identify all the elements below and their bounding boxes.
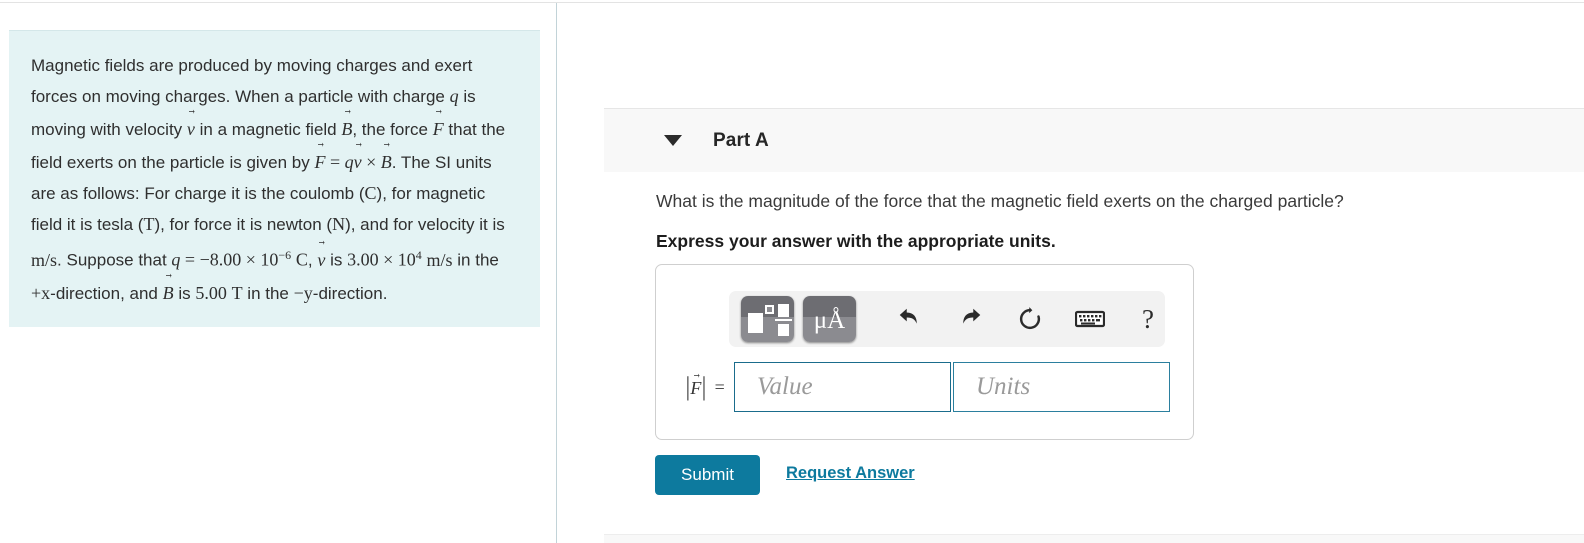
math-toolbar: μÅ ? <box>729 291 1165 347</box>
help-button[interactable]: ? <box>1131 302 1165 336</box>
given-B-unit: T <box>231 282 243 303</box>
intro-line-1: Magnetic fields are produced by moving c… <box>31 56 430 75</box>
given-B-symbol: B <box>163 276 174 308</box>
reset-icon <box>1019 307 1041 330</box>
given-q-exponent: −6 <box>278 248 292 262</box>
keyboard-icon <box>1075 310 1105 328</box>
redo-icon <box>963 308 981 324</box>
math-template-button[interactable] <box>741 296 794 342</box>
given-v-unit: m/s <box>426 249 453 270</box>
given-B-direction: −y <box>293 282 313 303</box>
lorentz-q: q <box>344 152 354 172</box>
template-box-small-icon <box>765 305 774 314</box>
problem-intro-text: Magnetic fields are produced by moving c… <box>31 51 518 309</box>
lorentz-cross: × <box>366 152 377 172</box>
part-title: Part A <box>713 129 769 151</box>
part-a-header[interactable]: Part A <box>604 108 1584 172</box>
var-magnetic-field: B <box>341 112 352 144</box>
submit-button[interactable]: Submit <box>655 455 760 495</box>
given-v-exponent: 4 <box>415 248 422 262</box>
given-q-unit: C <box>295 249 308 270</box>
question-instruction: Express your answer with the appropriate… <box>656 231 1056 251</box>
answer-variable-label: |F|= <box>676 374 734 400</box>
template-box-large-icon <box>748 313 763 333</box>
mastering-physics-problem-page: Magnetic fields are produced by moving c… <box>0 0 1584 543</box>
unit-meters-per-second: m/s <box>31 249 58 270</box>
given-v-direction: +x <box>31 282 51 303</box>
template-fraction-bar-icon <box>775 319 792 321</box>
undo-button[interactable] <box>893 302 927 336</box>
given-v-value: 3.00 × 10 <box>347 249 416 270</box>
micro-angstrom-icon: μÅ <box>813 307 846 334</box>
given-B-value: 5.00 <box>195 282 227 303</box>
template-fraction-denominator-icon <box>778 324 789 336</box>
equals-sign: = <box>714 376 725 397</box>
value-input[interactable] <box>734 362 951 412</box>
lorentz-lhs: F <box>314 145 325 177</box>
reset-button[interactable] <box>1013 302 1047 336</box>
answer-entry-box: μÅ ? | F → | = Value Units <box>655 264 1194 440</box>
lorentz-v: v <box>354 145 362 177</box>
request-answer-link[interactable]: Request Answer <box>786 464 915 483</box>
next-part-header-partial <box>604 534 1584 543</box>
units-button[interactable]: μÅ <box>803 296 856 342</box>
lorentz-B: B <box>381 145 392 177</box>
var-charge: q <box>449 86 459 106</box>
var-velocity: v <box>187 112 195 144</box>
answer-input-row: |F|= <box>676 362 1170 412</box>
redo-button[interactable] <box>953 302 987 336</box>
unit-tesla: T <box>143 214 155 234</box>
problem-intro-box: Magnetic fields are produced by moving c… <box>9 30 540 327</box>
unit-coulomb: C <box>364 183 377 203</box>
given-q-value: −8.00 × 10 <box>199 249 279 270</box>
answer-force-symbol: F <box>690 376 701 399</box>
keyboard-button[interactable] <box>1073 302 1107 336</box>
unit-newton: N <box>332 214 346 234</box>
question-prompt: What is the magnitude of the force that … <box>656 191 1344 211</box>
template-fraction-numerator-icon <box>778 304 789 317</box>
undo-icon <box>899 308 917 324</box>
caret-down-icon[interactable] <box>664 135 682 146</box>
abs-bar-right: | <box>701 372 707 401</box>
units-input[interactable] <box>953 362 1170 412</box>
given-v-symbol: v <box>317 243 325 275</box>
var-force: F <box>433 112 444 144</box>
problem-statement-panel: Magnetic fields are produced by moving c… <box>0 3 556 543</box>
answer-panel: Part A What is the magnitude of the forc… <box>557 3 1584 543</box>
